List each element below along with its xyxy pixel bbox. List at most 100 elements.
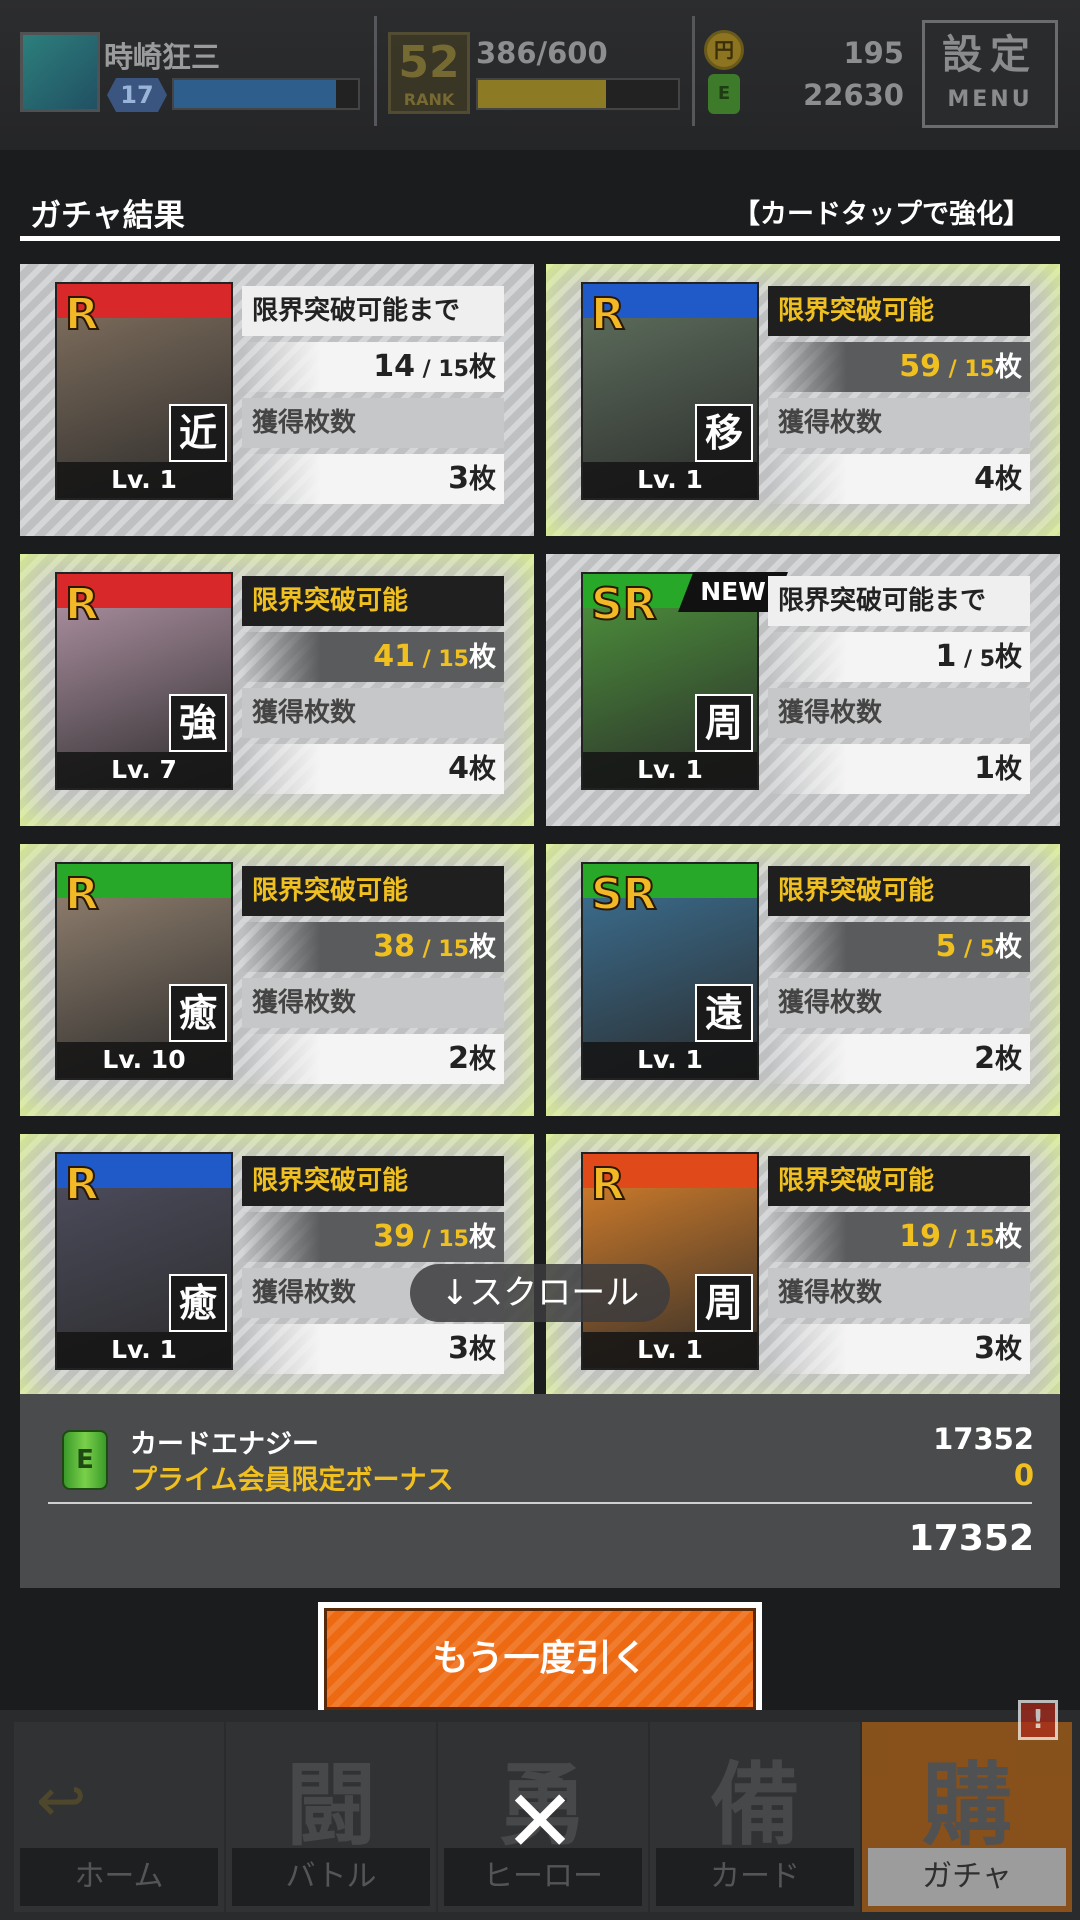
obtained-count: 2枚 <box>242 1034 504 1084</box>
obtained-value: 1 <box>974 751 995 786</box>
obtained-unit: 枚 <box>469 754 496 785</box>
card-count: 39 <box>373 1219 416 1254</box>
limit-break-status: 限界突破可能 <box>768 1156 1030 1206</box>
role-badge: 強 <box>169 694 227 752</box>
card-level: Lv. 1 <box>57 462 231 498</box>
obtained-count: 3枚 <box>768 1324 1030 1374</box>
gacha-card-tile[interactable]: R 強 Lv. 7 限界突破可能 41 / 15枚 獲得枚数 4枚 <box>20 554 534 826</box>
obtained-count: 3枚 <box>242 1324 504 1374</box>
gacha-card-tile[interactable]: SR 周 Lv. 1 NEW 限界突破可能まで 1 / 5枚 獲得枚数 1枚 <box>546 554 1060 826</box>
rarity-label: R <box>590 1159 626 1211</box>
card-energy-value: 22630 <box>803 78 904 112</box>
role-badge: 癒 <box>169 984 227 1042</box>
card-count: 41 <box>373 639 416 674</box>
obtained-value: 3 <box>448 461 469 496</box>
tap-hint: 【カードタップで強化】 <box>733 199 1030 230</box>
card-energy-icon: E <box>62 1430 108 1490</box>
stamina-value: 386/600 <box>476 36 608 70</box>
card-level: Lv. 1 <box>583 462 757 498</box>
obtained-count: 3枚 <box>242 454 504 504</box>
obtained-unit: 枚 <box>995 1044 1022 1075</box>
nav-kanji: 購 <box>922 1753 1012 1858</box>
obtained-count: 4枚 <box>242 744 504 794</box>
obtained-value: 4 <box>448 751 469 786</box>
card-art: R 移 Lv. 1 <box>581 282 759 500</box>
limit-break-status: 限界突破可能 <box>768 286 1030 336</box>
menu-button[interactable]: 設定 MENU <box>922 20 1058 128</box>
xp-bar-fill <box>174 80 336 108</box>
rarity-label: SR <box>590 869 658 921</box>
player-avatar[interactable] <box>20 32 100 112</box>
limit-break-count: 38 / 15枚 <box>242 922 504 972</box>
rarity-label: R <box>64 579 100 631</box>
card-count: 38 <box>373 929 416 964</box>
divider <box>374 16 377 126</box>
nav-kanji: 闘 <box>286 1753 376 1858</box>
limit-break-status: 限界突破可能まで <box>768 576 1030 626</box>
nav-item[interactable]: 闘バトル <box>226 1722 436 1912</box>
nav-label: バトル <box>232 1848 430 1906</box>
role-badge: 近 <box>169 404 227 462</box>
limit-break-status: 限界突破可能 <box>768 866 1030 916</box>
obtained-unit: 枚 <box>995 464 1022 495</box>
divider <box>48 1502 1032 1504</box>
energy-summary: E カードエナジー プライム会員限定ボーナス 17352 0 17352 <box>20 1394 1060 1588</box>
obtained-label: 獲得枚数 <box>242 978 504 1028</box>
count-unit: 枚 <box>469 932 496 963</box>
nav-label: ガチャ <box>868 1848 1066 1906</box>
card-level: Lv. 7 <box>57 752 231 788</box>
count-separator: / <box>956 647 980 672</box>
obtained-count: 4枚 <box>768 454 1030 504</box>
gacha-card-tile[interactable]: SR 遠 Lv. 1 限界突破可能 5 / 5枚 獲得枚数 2枚 <box>546 844 1060 1116</box>
gacha-card-tile[interactable]: R 移 Lv. 1 限界突破可能 59 / 15枚 獲得枚数 4枚 <box>546 264 1060 536</box>
coin-icon: 円 <box>704 30 744 70</box>
role-badge: 移 <box>695 404 753 462</box>
limit-break-count: 1 / 5枚 <box>768 632 1030 682</box>
obtained-unit: 枚 <box>995 754 1022 785</box>
limit-break-status: 限界突破可能 <box>242 576 504 626</box>
count-unit: 枚 <box>995 642 1022 673</box>
gacha-card-tile[interactable]: R 癒 Lv. 10 限界突破可能 38 / 15枚 獲得枚数 2枚 <box>20 844 534 1116</box>
rank-badge: 52 RANK <box>388 32 470 114</box>
home-icon: ↩ <box>36 1766 87 1836</box>
nav-item[interactable]: 備カード <box>650 1722 860 1912</box>
role-badge: 周 <box>695 694 753 752</box>
obtained-label: 獲得枚数 <box>242 688 504 738</box>
role-badge: 癒 <box>169 1274 227 1332</box>
rarity-label: R <box>590 289 626 341</box>
title-underline <box>20 236 1060 241</box>
count-separator: / <box>956 937 980 962</box>
obtained-label: 獲得枚数 <box>768 688 1030 738</box>
gacha-card-tile[interactable]: R 近 Lv. 1 限界突破可能まで 14 / 15枚 獲得枚数 3枚 <box>20 264 534 536</box>
obtained-value: 2 <box>974 1041 995 1076</box>
stamina-bar-fill <box>478 80 606 108</box>
nav-item[interactable]: ↩ ホーム <box>14 1722 224 1912</box>
card-art: R 癒 Lv. 1 <box>55 1152 233 1370</box>
count-unit: 枚 <box>995 932 1022 963</box>
card-max: 5 <box>979 647 995 672</box>
nav-item[interactable]: 購ガチャ <box>862 1722 1072 1912</box>
rarity-label: R <box>64 1159 100 1211</box>
count-separator: / <box>941 1227 965 1252</box>
count-separator: / <box>415 937 439 962</box>
card-level: Lv. 1 <box>583 752 757 788</box>
coin-value: 195 <box>843 36 904 70</box>
stamina-bar <box>476 78 680 110</box>
close-icon[interactable]: ✕ <box>500 1779 580 1865</box>
obtained-unit: 枚 <box>469 1334 496 1365</box>
rarity-label: SR <box>590 579 658 631</box>
obtained-value: 3 <box>448 1331 469 1366</box>
obtained-label: 獲得枚数 <box>768 978 1030 1028</box>
menu-kanji: 設定 <box>942 32 1038 78</box>
scroll-hint: ↓スクロール <box>410 1264 670 1322</box>
alert-badge: ! <box>1018 1700 1058 1740</box>
limit-break-status: 限界突破可能 <box>242 866 504 916</box>
count-unit: 枚 <box>469 642 496 673</box>
role-badge: 周 <box>695 1274 753 1332</box>
limit-break-count: 39 / 15枚 <box>242 1212 504 1262</box>
card-count: 19 <box>899 1219 942 1254</box>
draw-again-button[interactable]: もう一度引く <box>318 1602 762 1716</box>
count-separator: / <box>415 357 439 382</box>
count-separator: / <box>415 647 439 672</box>
obtained-unit: 枚 <box>469 464 496 495</box>
